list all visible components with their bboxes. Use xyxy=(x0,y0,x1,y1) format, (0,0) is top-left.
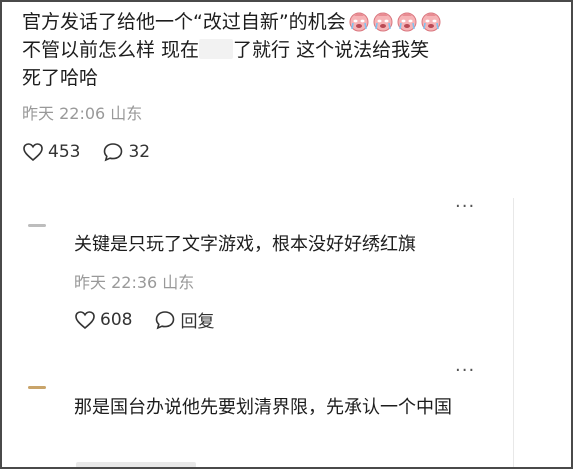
more-options-button[interactable]: ··· xyxy=(455,360,475,381)
crying-face-emoji-icon xyxy=(348,10,370,32)
reply-comment: 关键是只玩了文字游戏，根本没好好绣红旗 昨天 22:36 山东 608 回复 xyxy=(74,231,514,332)
reply-time: 昨天 22:36 xyxy=(74,273,158,292)
crying-face-emoji-icon xyxy=(396,10,418,32)
heart-icon xyxy=(75,310,95,329)
like-button[interactable]: 608 xyxy=(74,310,132,330)
comment-bubble-icon xyxy=(104,143,123,162)
reply-text: 关键是只玩了文字游戏，根本没好好绣红旗 xyxy=(74,234,416,255)
reply-comment: 那是国台办说他先要划清界限，先承认一个中国 xyxy=(74,394,514,422)
crying-face-emoji-icon xyxy=(372,10,394,32)
truncated-meta xyxy=(76,462,196,467)
comment-text-line1: 官方发话了给他一个“改过自新”的机会 xyxy=(22,11,346,33)
like-count: 453 xyxy=(48,142,81,162)
comment-time: 昨天 22:06 xyxy=(22,104,106,123)
more-options-button[interactable]: ··· xyxy=(455,196,475,217)
comment-text-line2a: 不管以前怎么样 现在 xyxy=(22,39,200,61)
reply-actions: 608 回复 xyxy=(74,307,514,332)
comment-text-line2b: 了就行 这个说法给我笑 xyxy=(233,39,430,61)
reply-text: 那是国台办说他先要划清界限，先承认一个中国 xyxy=(74,397,452,418)
comment-text-line3: 死了哈哈 xyxy=(22,67,99,89)
comment-bubble-icon xyxy=(156,310,175,329)
reply-meta: 昨天 22:36 山东 xyxy=(74,269,514,293)
comment-meta: 昨天 22:06 山东 xyxy=(22,100,562,124)
divider xyxy=(513,198,514,467)
avatar[interactable] xyxy=(28,386,46,389)
avatar[interactable] xyxy=(28,224,46,227)
comment-button[interactable]: 32 xyxy=(102,142,150,162)
like-count: 608 xyxy=(100,309,133,330)
heart-icon xyxy=(23,143,43,162)
reply-label: 回复 xyxy=(180,312,215,332)
comment-panel: 官方发话了给他一个“改过自新”的机会 不管以前怎么样 现在 了就行 这个说法给我笑… xyxy=(0,0,573,469)
comment-actions: 453 32 xyxy=(22,142,562,162)
comment-location: 山东 xyxy=(110,104,143,123)
reply-location: 山东 xyxy=(162,273,195,292)
comment-count: 32 xyxy=(128,142,151,162)
reply-button[interactable]: 回复 xyxy=(154,307,214,332)
like-button[interactable]: 453 xyxy=(22,142,80,162)
crying-face-emoji-icon xyxy=(420,10,442,32)
redacted-text-blur xyxy=(199,39,234,59)
main-comment: 官方发话了给他一个“改过自新”的机会 不管以前怎么样 现在 了就行 这个说法给我笑… xyxy=(22,8,562,162)
main-comment-text: 官方发话了给他一个“改过自新”的机会 不管以前怎么样 现在 了就行 这个说法给我笑… xyxy=(22,8,562,92)
